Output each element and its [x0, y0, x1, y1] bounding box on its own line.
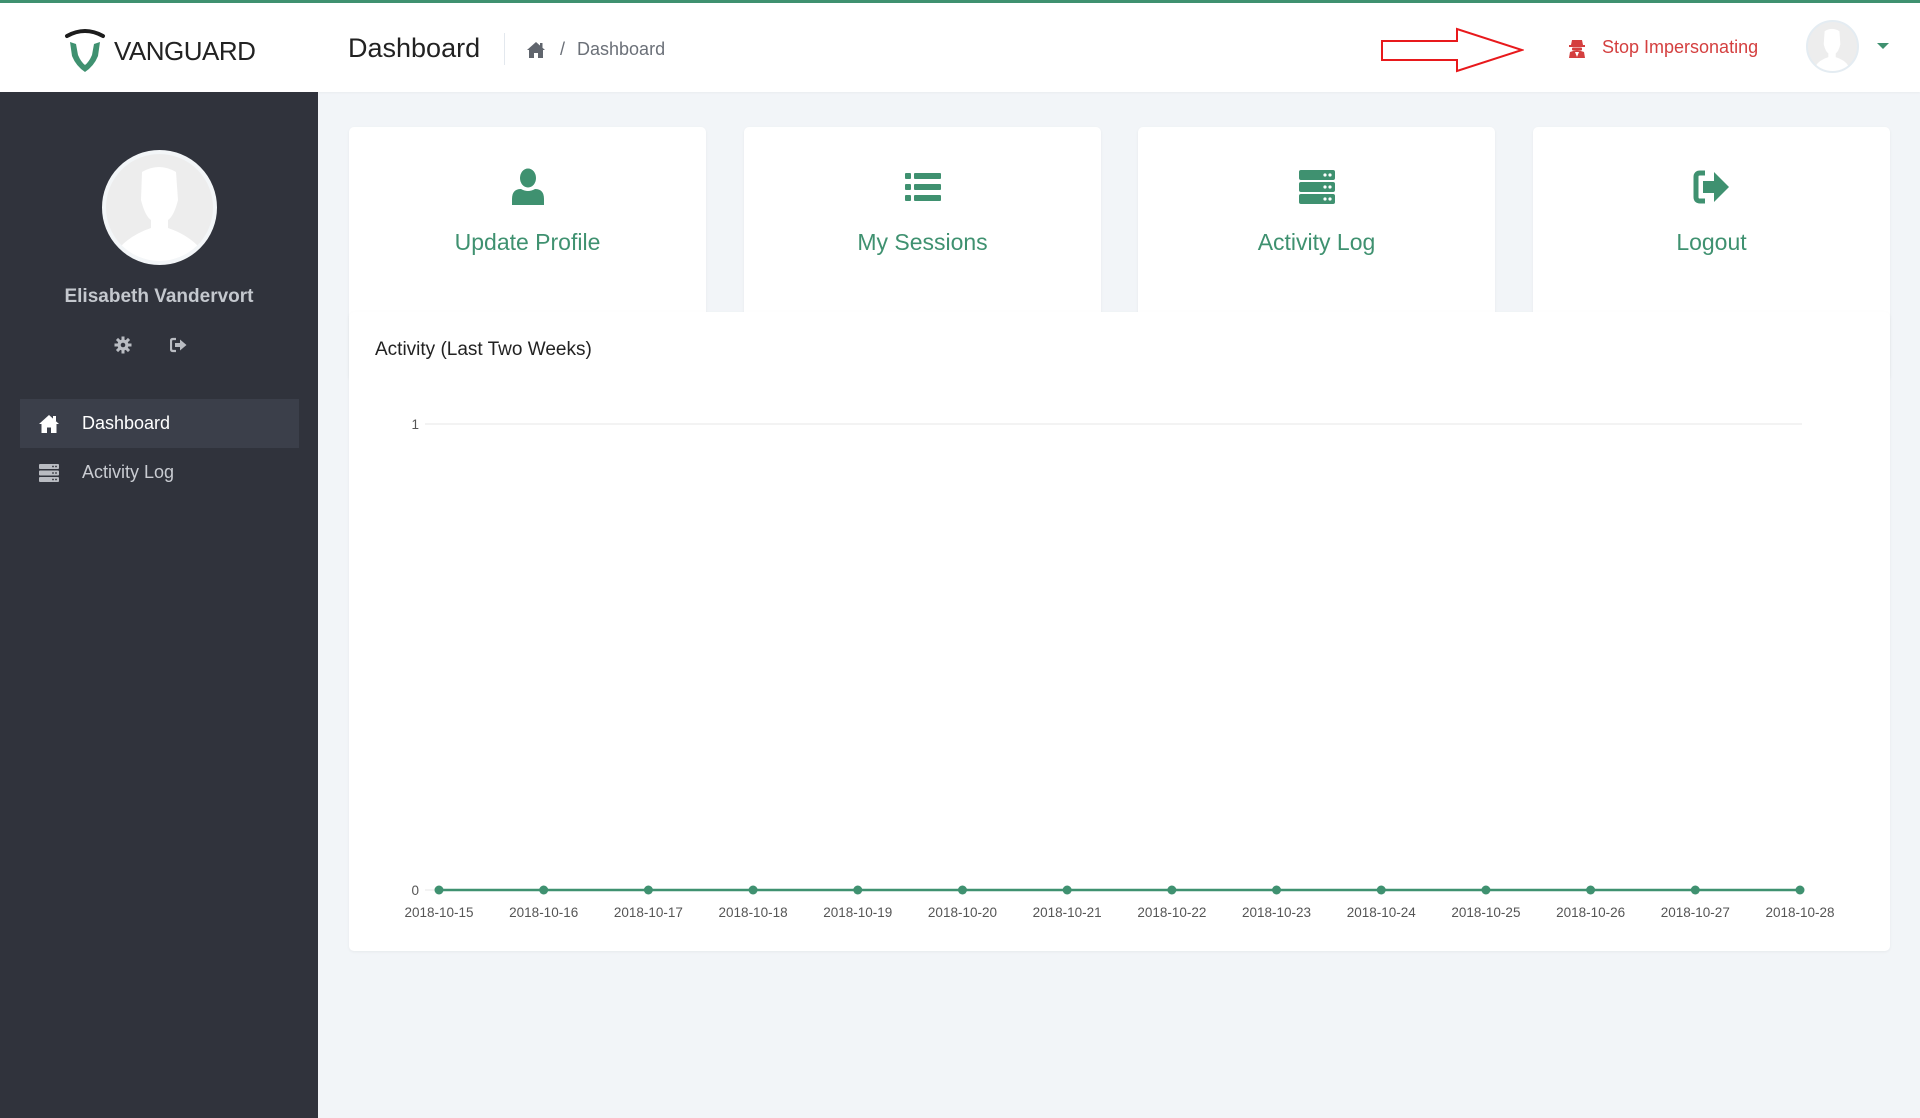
card-label: Logout — [1676, 229, 1747, 255]
sign-out-icon[interactable] — [170, 336, 188, 354]
data-point — [853, 885, 863, 895]
x-tick-label: 2018-10-18 — [719, 905, 788, 920]
brand-name: VANGUARD — [114, 35, 256, 66]
sign-out-icon — [1693, 170, 1729, 204]
x-tick-label: 2018-10-27 — [1661, 905, 1730, 920]
data-point — [539, 885, 549, 895]
user-icon — [511, 168, 544, 205]
data-point — [1795, 885, 1805, 895]
data-point — [1690, 885, 1700, 895]
x-tick-label: 2018-10-16 — [509, 905, 578, 920]
x-tick-label: 2018-10-17 — [614, 905, 683, 920]
sidebar-avatar — [102, 150, 217, 265]
server-icon — [1298, 170, 1335, 204]
x-tick-label: 2018-10-19 — [823, 905, 892, 920]
data-point — [1272, 885, 1282, 895]
data-point — [1062, 885, 1072, 895]
data-point — [1376, 885, 1386, 895]
stop-impersonating-button[interactable]: Stop Impersonating — [1568, 37, 1758, 58]
card-label: Activity Log — [1257, 229, 1376, 255]
list-icon — [904, 173, 941, 201]
data-point — [434, 885, 444, 895]
data-point — [1481, 885, 1491, 895]
page-title: Dashboard — [348, 33, 481, 63]
top-header: VANGUARD Dashboard / Dashboard Stop Impe… — [0, 0, 1920, 92]
user-name: Elisabeth Vandervort — [64, 286, 254, 307]
chart-title: Activity (Last Two Weeks) — [375, 339, 592, 360]
sidebar-nav: Dashboard Activity Log — [20, 399, 299, 497]
sidebar: Elisabeth Vandervort Dashboard Activity … — [0, 92, 318, 1118]
data-point — [957, 885, 967, 895]
breadcrumb-separator: / — [560, 39, 566, 59]
data-point — [1167, 885, 1177, 895]
card-label: My Sessions — [857, 229, 988, 255]
breadcrumb: / Dashboard — [526, 39, 665, 60]
sidebar-item-activity-log[interactable]: Activity Log — [20, 448, 299, 497]
user-secret-icon — [1569, 39, 1585, 58]
activity-chart: 0 1 2018-10-15 2018-10-16 2018-10-17 2018-10-… — [404, 417, 1834, 920]
home-icon[interactable] — [526, 41, 546, 59]
data-point — [1586, 885, 1596, 895]
y-tick-label: 1 — [411, 417, 419, 432]
data-point — [748, 885, 758, 895]
x-tick-label: 2018-10-20 — [928, 905, 997, 920]
stop-impersonating-label: Stop Impersonating — [1602, 37, 1759, 57]
caret-down-icon[interactable] — [1877, 43, 1889, 49]
server-icon — [39, 463, 59, 482]
breadcrumb-current: Dashboard — [577, 39, 666, 59]
shield-logo-icon — [65, 29, 105, 72]
gear-icon[interactable] — [114, 336, 132, 354]
sidebar-item-label: Dashboard — [82, 413, 171, 433]
x-tick-label: 2018-10-26 — [1556, 905, 1625, 920]
x-tick-label: 2018-10-23 — [1242, 905, 1311, 920]
title-divider — [504, 33, 505, 65]
activity-chart-panel: 0 1 2018-10-15 2018-10-16 2018-10-17 2018-10-… — [349, 312, 1890, 951]
data-point — [643, 885, 653, 895]
x-tick-label: 2018-10-21 — [1033, 905, 1102, 920]
card-label: Update Profile — [454, 229, 601, 255]
sidebar-item-dashboard[interactable]: Dashboard — [20, 399, 299, 448]
sidebar-item-label: Activity Log — [82, 462, 175, 482]
x-tick-label: 2018-10-28 — [1765, 905, 1834, 920]
user-menu-avatar[interactable] — [1806, 20, 1859, 73]
x-tick-label: 2018-10-24 — [1347, 905, 1417, 920]
x-tick-label: 2018-10-25 — [1451, 905, 1520, 920]
home-icon — [39, 414, 59, 433]
x-tick-label: 2018-10-22 — [1137, 905, 1206, 920]
y-tick-label: 0 — [411, 883, 419, 898]
default-avatar-icon — [121, 167, 198, 261]
default-avatar-icon — [1815, 28, 1849, 71]
annotation-arrow-icon — [1381, 27, 1524, 73]
x-tick-label: 2018-10-15 — [404, 905, 473, 920]
brand-logo[interactable]: VANGUARD — [64, 28, 256, 74]
